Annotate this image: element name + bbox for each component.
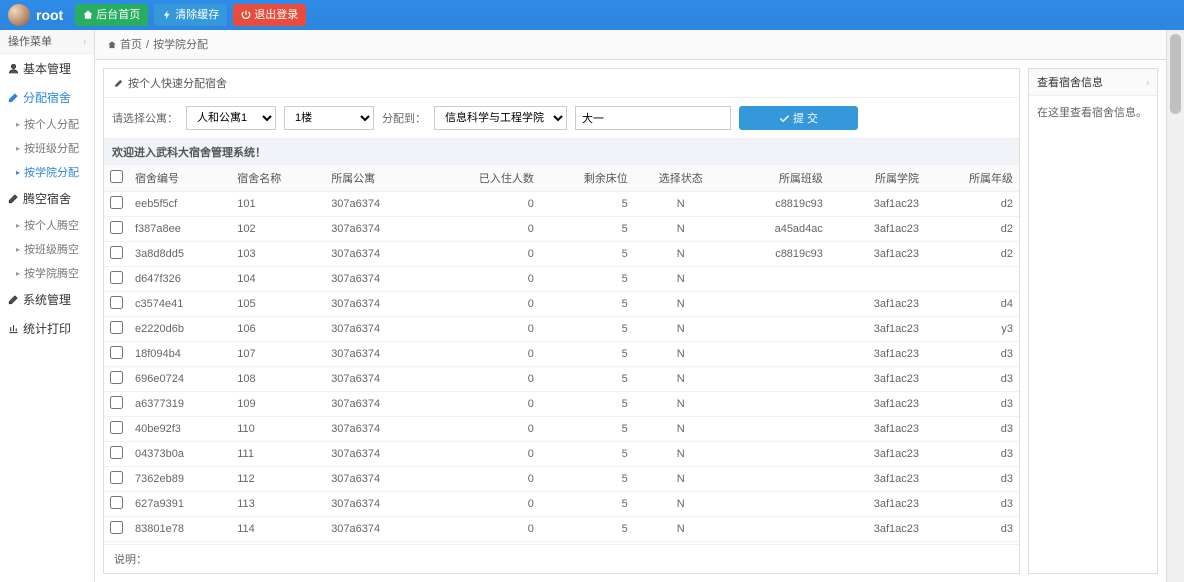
table-row[interactable]: 40be92f3110307a637405N3af1ac23d3 [104,417,1019,442]
edit-icon [8,294,19,305]
bolt-icon [162,10,172,20]
row-checkbox[interactable] [110,221,123,234]
home-button[interactable]: 后台首页 [75,4,148,26]
col-header[interactable]: 所属班级 [728,165,829,192]
table-row[interactable]: 83801e78114307a637405N3af1ac23d3 [104,517,1019,542]
col-header[interactable]: 所属公寓 [325,165,427,192]
breadcrumb-current: 按学院分配 [153,30,208,60]
check-icon [779,113,790,124]
home-icon [83,10,93,20]
table-row[interactable]: d647f326104307a637405N [104,267,1019,292]
filter-label-assign: 分配到： [382,110,426,126]
sidebar-item[interactable]: 按个人腾空 [0,213,94,237]
chevron-right-icon: › [1146,78,1149,87]
table-row[interactable]: 696e0724108307a637405N3af1ac23d3 [104,367,1019,392]
sidebar-group[interactable]: 统计打印 [0,314,94,343]
row-checkbox[interactable] [110,421,123,434]
breadcrumb: 首页 / 按学院分配 [95,30,1166,60]
chart-icon [8,323,19,334]
sidebar-item[interactable]: 按学院分配 [0,160,94,184]
panel-title: 按个人快速分配宿舍 [104,69,1019,98]
row-checkbox[interactable] [110,271,123,284]
table-row[interactable]: eeb5f5cf101307a637405Nc8819c933af1ac23d2 [104,192,1019,217]
col-header[interactable]: 选择状态 [634,165,728,192]
select-all-checkbox[interactable] [110,170,123,183]
table-row[interactable]: 18f094b4107307a637405N3af1ac23d3 [104,342,1019,367]
row-checkbox[interactable] [110,521,123,534]
logout-button[interactable]: 退出登录 [233,4,306,26]
row-checkbox[interactable] [110,496,123,509]
remark-label: 说明： [104,544,1019,573]
submit-button[interactable]: 提 交 [739,106,858,130]
row-checkbox[interactable] [110,346,123,359]
table-row[interactable]: 3a8d8dd5103307a637405Nc8819c933af1ac23d2 [104,242,1019,267]
sidebar-item[interactable]: 按学院腾空 [0,261,94,285]
table-row[interactable]: c3574e41105307a637405N3af1ac23d4 [104,292,1019,317]
sidebar-item[interactable]: 按个人分配 [0,112,94,136]
clear-cache-button[interactable]: 清除缓存 [154,4,227,26]
sidebar-item[interactable]: 按班级腾空 [0,237,94,261]
table-row[interactable]: 7362eb89112307a637405N3af1ac23d3 [104,467,1019,492]
table-row[interactable]: e2220d6b106307a637405N3af1ac23y3 [104,317,1019,342]
edit-icon [114,78,124,88]
username: root [36,7,63,23]
row-checkbox[interactable] [110,471,123,484]
dorm-table: 宿舍编号宿舍名称所属公寓已入住人数剩余床位选择状态所属班级所属学院所属年级 ee… [104,165,1019,544]
sidebar-group[interactable]: 分配宿舍 [0,83,94,112]
breadcrumb-home[interactable]: 首页 [120,30,142,60]
row-checkbox[interactable] [110,371,123,384]
row-checkbox[interactable] [110,296,123,309]
chevron-right-icon: › [83,30,86,54]
table-row[interactable]: 04373b0a111307a637405N3af1ac23d3 [104,442,1019,467]
welcome-banner: 欢迎进入武科大宿舍管理系统！ [104,139,1019,165]
main-area: 首页 / 按学院分配 按个人快速分配宿舍 请选择公寓： 人和公寓1 1楼 分配到… [95,30,1166,582]
sidebar-group[interactable]: 腾空宿舍 [0,184,94,213]
avatar[interactable] [8,4,30,26]
sidebar-group[interactable]: 系统管理 [0,285,94,314]
sidebar-item[interactable]: 按班级分配 [0,136,94,160]
info-aside: 查看宿舍信息› 在这里查看宿舍信息。 [1028,68,1158,574]
row-checkbox[interactable] [110,396,123,409]
aside-title[interactable]: 查看宿舍信息› [1029,69,1157,96]
table-row[interactable]: f387a8ee102307a637405Na45ad4ac3af1ac23d2 [104,217,1019,242]
user-icon [8,63,19,74]
sidebar-title[interactable]: 操作菜单› [0,30,94,54]
apartment-select[interactable]: 人和公寓1 [186,106,276,130]
main-panel: 按个人快速分配宿舍 请选择公寓： 人和公寓1 1楼 分配到： 信息科学与工程学院… [103,68,1020,574]
scrollbar[interactable] [1166,30,1184,582]
table-row[interactable]: a6377319109307a637405N3af1ac23d3 [104,392,1019,417]
col-header[interactable]: 所属学院 [829,165,925,192]
home-icon [107,40,117,50]
row-checkbox[interactable] [110,446,123,459]
sidebar-group[interactable]: 基本管理 [0,54,94,83]
filter-bar: 请选择公寓： 人和公寓1 1楼 分配到： 信息科学与工程学院 提 交 [104,98,1019,139]
sidebar: 操作菜单› 基本管理分配宿舍按个人分配按班级分配按学院分配腾空宿舍按个人腾空按班… [0,30,95,582]
row-checkbox[interactable] [110,321,123,334]
row-checkbox[interactable] [110,196,123,209]
grade-input[interactable] [575,106,731,130]
col-header[interactable]: 所属年级 [925,165,1019,192]
filter-label-apartment: 请选择公寓： [112,110,178,126]
row-checkbox[interactable] [110,246,123,259]
col-header[interactable]: 已入住人数 [427,165,539,192]
college-select[interactable]: 信息科学与工程学院 [434,106,567,130]
aside-tip: 在这里查看宿舍信息。 [1029,96,1157,128]
top-bar: root 后台首页 清除缓存 退出登录 [0,0,1184,30]
floor-select[interactable]: 1楼 [284,106,374,130]
edit-icon [8,193,19,204]
edit-icon [8,92,19,103]
col-header[interactable]: 宿舍名称 [231,165,325,192]
power-icon [241,10,251,20]
table-row[interactable]: 627a9391113307a637405N3af1ac23d3 [104,492,1019,517]
col-header[interactable]: 宿舍编号 [129,165,231,192]
col-header[interactable]: 剩余床位 [540,165,634,192]
